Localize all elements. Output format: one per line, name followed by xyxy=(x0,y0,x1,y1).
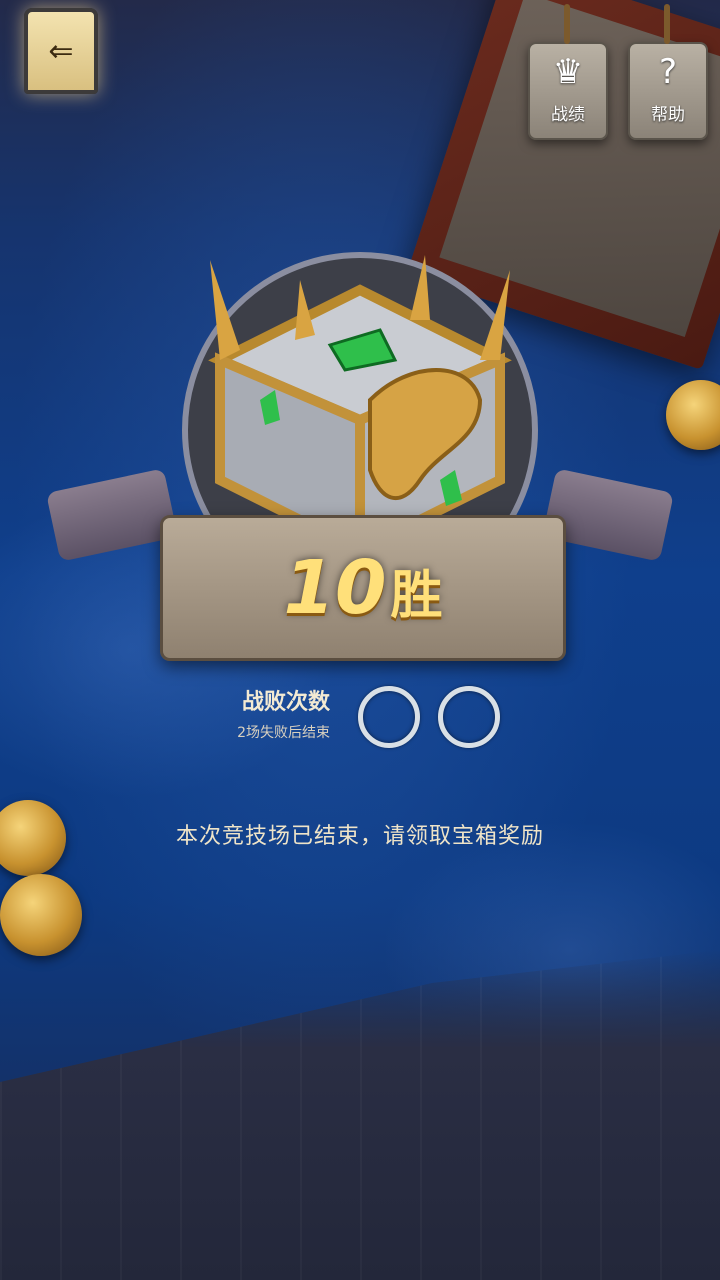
loss-slot-empty xyxy=(438,686,500,748)
wins-number: 10 xyxy=(283,545,387,631)
wins-banner: 10 胜 xyxy=(160,515,566,661)
loss-info: 战败次数 2场失败后结束 xyxy=(190,684,330,742)
help-scroll-icon: ? xyxy=(658,52,678,92)
hanging-string xyxy=(564,4,570,44)
help-button[interactable]: ? 帮助 xyxy=(628,4,708,140)
wins-count: 10 胜 xyxy=(284,545,443,631)
gold-coin xyxy=(0,874,82,956)
loss-title: 战败次数 xyxy=(241,690,330,715)
back-button[interactable]: ⇐ xyxy=(24,8,98,94)
record-label: 战绩 xyxy=(551,105,585,125)
help-label: 帮助 xyxy=(651,105,685,125)
arena-end-message: 本次竞技场已结束，请领取宝箱奖励 xyxy=(175,824,544,849)
reward-chest[interactable] xyxy=(180,250,540,560)
loss-subtitle: 2场失败后结束 xyxy=(237,725,330,741)
record-button[interactable]: ♛ 战绩 xyxy=(528,4,608,140)
back-arrow-icon: ⇐ xyxy=(48,33,74,69)
wins-unit: 胜 xyxy=(390,566,443,626)
loss-slot-empty xyxy=(358,686,420,748)
crown-icon: ♛ xyxy=(552,52,584,92)
hanging-string xyxy=(664,4,670,44)
